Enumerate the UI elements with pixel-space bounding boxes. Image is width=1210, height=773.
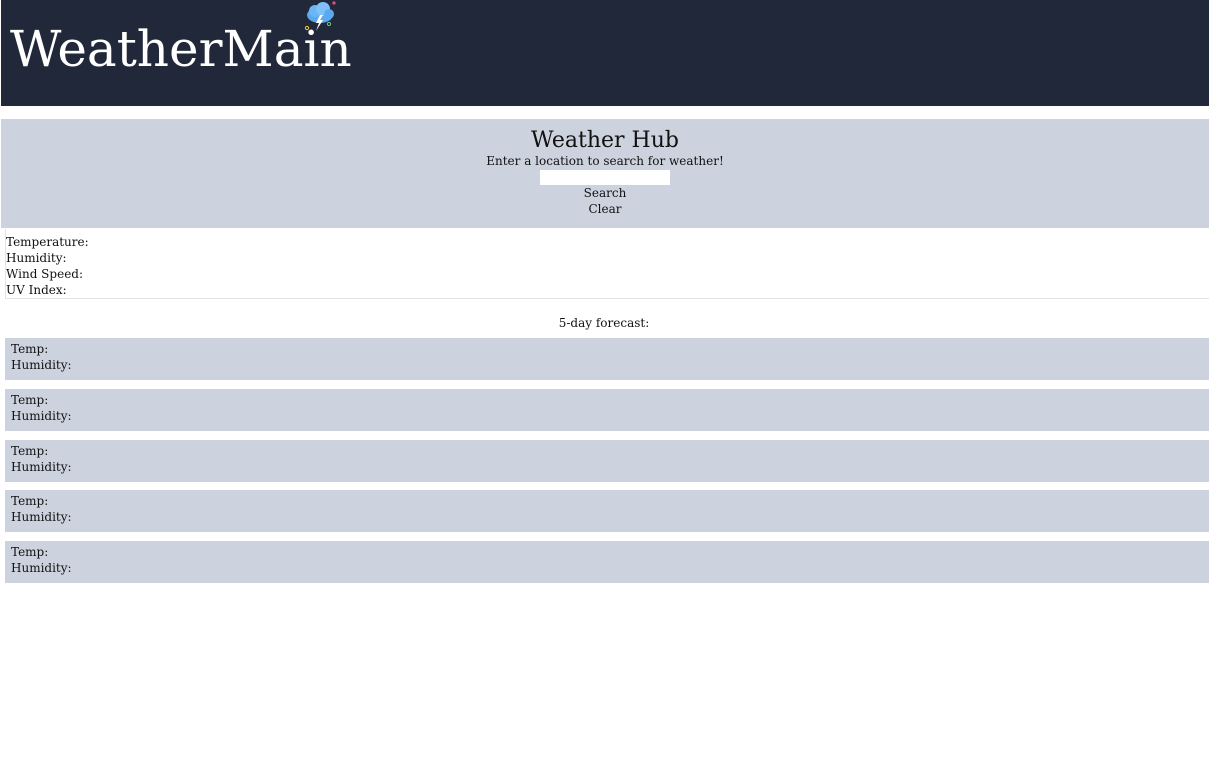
forecast-day-card: Temp: Humidity: bbox=[5, 541, 1209, 583]
cloud-lightning-icon bbox=[304, 1, 336, 31]
current-weather-panel: Temperature: Humidity: Wind Speed: UV In… bbox=[5, 229, 1209, 299]
clear-button[interactable]: Clear bbox=[565, 201, 645, 217]
forecast-day-card: Temp: Humidity: bbox=[5, 490, 1209, 532]
page-title: Weather Hub bbox=[531, 128, 679, 153]
wind-speed-label: Wind Speed: bbox=[6, 267, 84, 281]
temperature-label: Temperature: bbox=[6, 235, 89, 249]
forecast-humidity-label: Humidity: bbox=[11, 460, 72, 474]
forecast-temp-label: Temp: bbox=[11, 444, 49, 458]
uv-index-label: UV Index: bbox=[6, 283, 67, 297]
site-header: WeatherMain bbox=[1, 0, 1209, 106]
forecast-day-card: Temp: Humidity: bbox=[5, 338, 1209, 380]
forecast-temp-label: Temp: bbox=[11, 494, 49, 508]
forecast-temp-label: Temp: bbox=[11, 545, 49, 559]
forecast-day-card: Temp: Humidity: bbox=[5, 389, 1209, 431]
forecast-humidity-label: Humidity: bbox=[11, 561, 72, 575]
location-search-input[interactable] bbox=[540, 170, 670, 185]
humidity-label: Humidity: bbox=[6, 251, 67, 265]
forecast-temp-label: Temp: bbox=[11, 393, 49, 407]
search-button[interactable]: Search bbox=[565, 185, 645, 201]
search-instructions: Enter a location to search for weather! bbox=[486, 154, 724, 168]
search-panel: Weather Hub Enter a location to search f… bbox=[1, 119, 1209, 228]
forecast-temp-label: Temp: bbox=[11, 342, 49, 356]
forecast-humidity-label: Humidity: bbox=[11, 409, 72, 423]
forecast-title: 5-day forecast: bbox=[558, 316, 650, 330]
forecast-humidity-label: Humidity: bbox=[11, 358, 72, 372]
forecast-day-card: Temp: Humidity: bbox=[5, 440, 1209, 482]
forecast-humidity-label: Humidity: bbox=[11, 510, 72, 524]
